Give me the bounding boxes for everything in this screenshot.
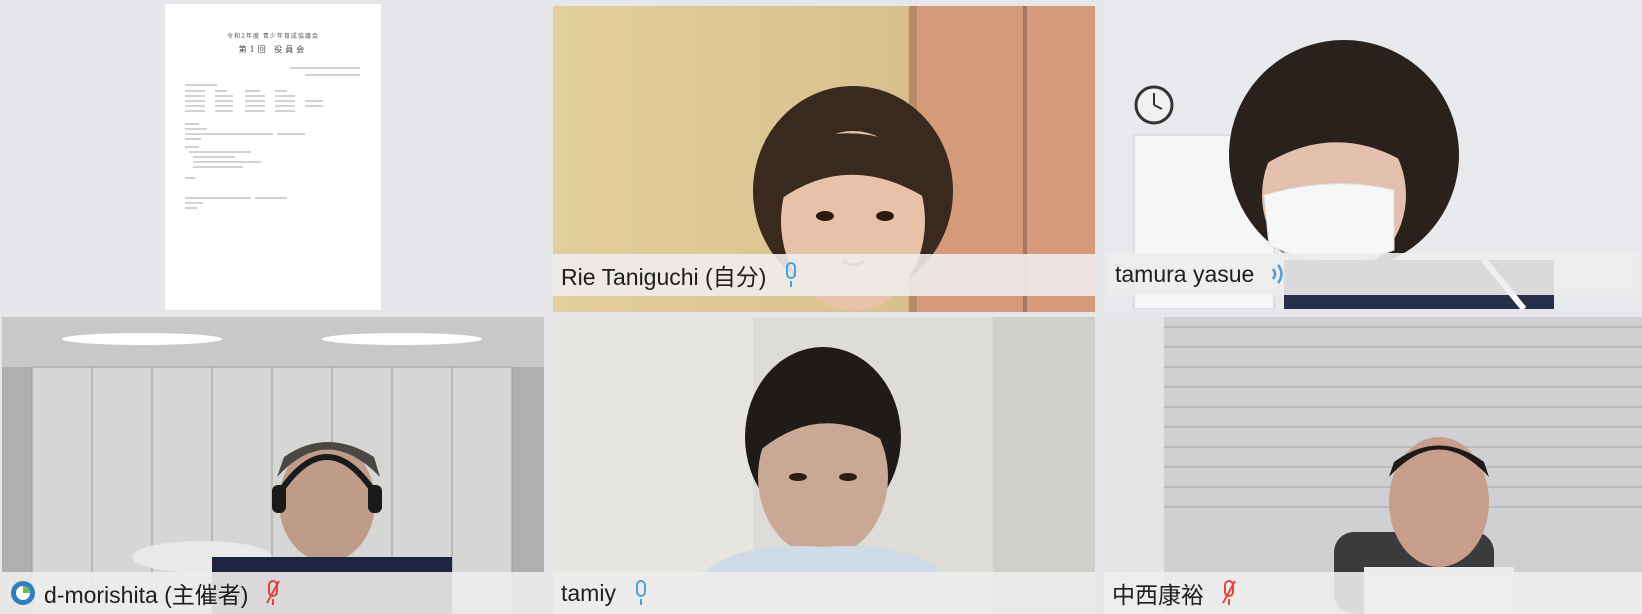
- document-text-lines: [185, 67, 360, 209]
- participant-tile-tamiy[interactable]: tamiy: [553, 317, 1095, 614]
- participant-name-bar: tamiy: [553, 572, 1095, 614]
- participant-name: tamiy: [561, 579, 616, 606]
- mic-muted-icon[interactable]: [1218, 579, 1240, 607]
- participant-tile-d-morishita[interactable]: d-morishita (主催者): [2, 317, 544, 614]
- participant-name-bar: d-morishita (主催者): [2, 572, 544, 614]
- participant-tile-tamura-yasue[interactable]: tamura yasue: [1104, 5, 1642, 309]
- screen-share-tile[interactable]: 令和2年度 青少年育成協議会 第1回 役員会: [0, 0, 548, 312]
- mic-on-icon[interactable]: [780, 261, 802, 289]
- video-feed: [1104, 317, 1642, 614]
- participant-name: tamura yasue: [1115, 260, 1255, 287]
- participant-name: d-morishita (主催者): [44, 582, 249, 608]
- participant-tile-rie-taniguchi[interactable]: Rie Taniguchi (自分): [553, 6, 1095, 312]
- video-grid: 令和2年度 青少年育成協議会 第1回 役員会 Rie Taniguchi (自分…: [0, 0, 1642, 614]
- speaking-icon[interactable]: [1268, 260, 1290, 288]
- mic-on-icon[interactable]: [630, 579, 652, 607]
- video-feed: [553, 317, 1095, 614]
- video-feed: [2, 317, 544, 614]
- mic-muted-icon[interactable]: [262, 579, 284, 607]
- participant-name-bar: tamura yasue: [1107, 253, 1639, 295]
- participant-name-bar: Rie Taniguchi (自分): [553, 254, 1095, 296]
- participant-name-bar: 中西康裕: [1104, 572, 1642, 614]
- shared-document-page: 令和2年度 青少年育成協議会 第1回 役員会: [165, 4, 381, 310]
- participant-tile-nakanishi[interactable]: 中西康裕: [1104, 317, 1642, 614]
- participant-name: Rie Taniguchi (自分): [561, 264, 767, 290]
- host-icon: [11, 581, 35, 605]
- participant-name: 中西康裕: [1112, 582, 1204, 608]
